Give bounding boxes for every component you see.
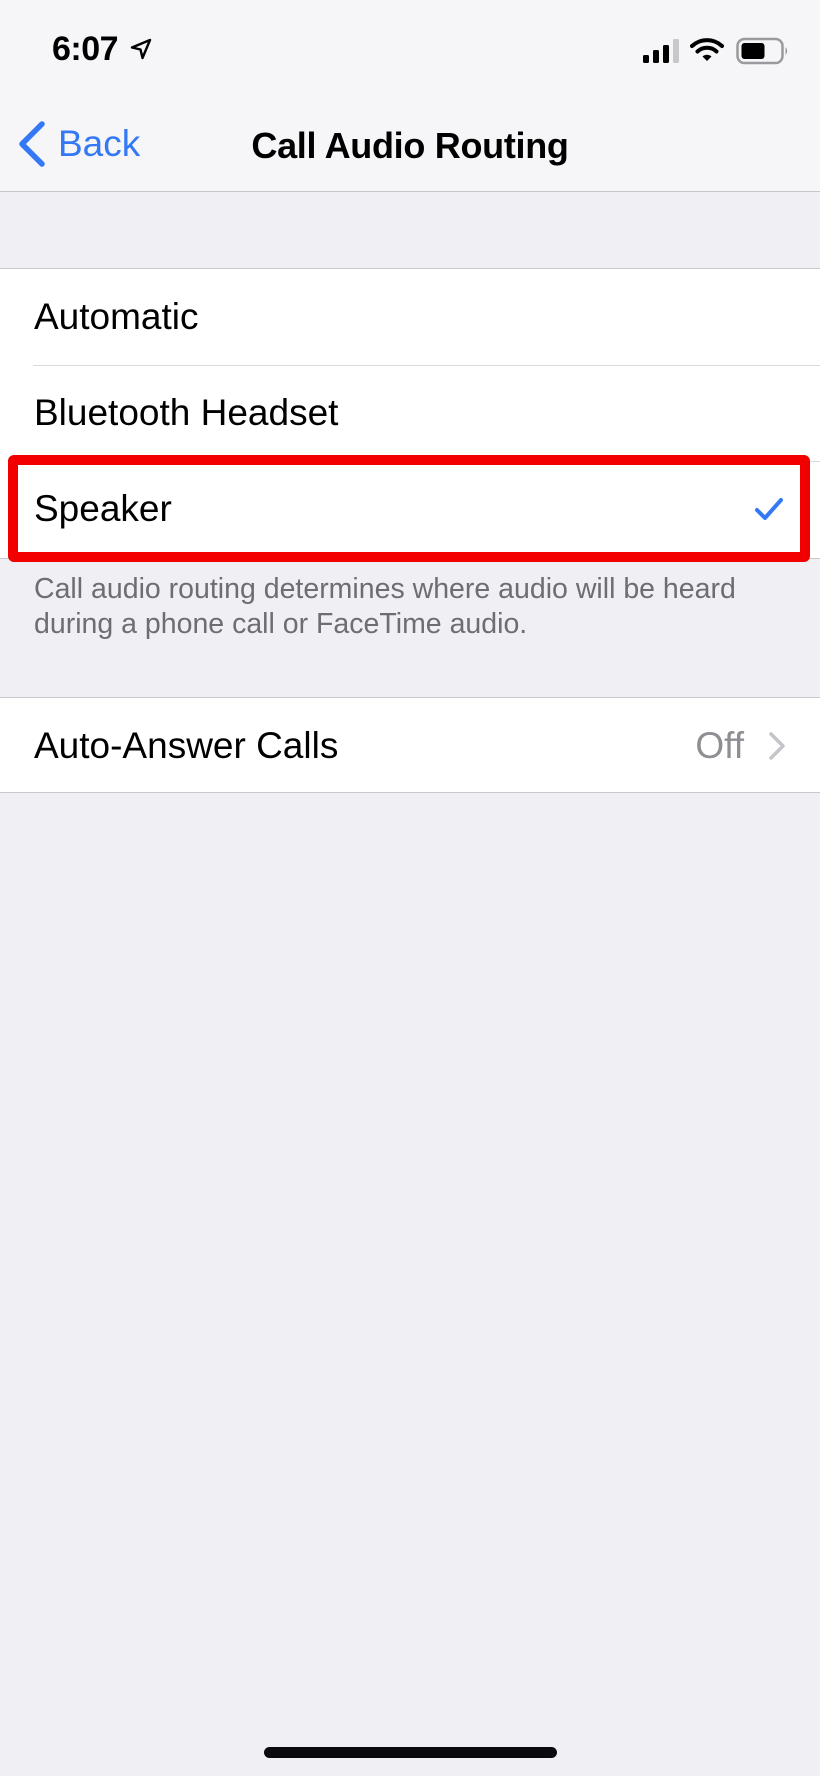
auto-answer-value: Off — [695, 725, 744, 766]
location-arrow-icon — [130, 38, 152, 60]
option-speaker[interactable]: Speaker — [0, 461, 820, 557]
battery-icon — [736, 37, 788, 65]
option-automatic[interactable]: Automatic — [0, 269, 820, 365]
wifi-icon — [690, 38, 724, 61]
routing-footer-note: Call audio routing determines where audi… — [34, 573, 736, 640]
chevron-right-icon — [769, 732, 785, 760]
auto-answer-label: Auto-Answer Calls — [34, 725, 339, 766]
navigation-bar: Back Call Audio Routing — [0, 95, 820, 192]
auto-answer-group: Auto-Answer Calls Off — [0, 697, 820, 793]
option-label: Automatic — [34, 296, 199, 337]
checkmark-icon — [755, 498, 783, 520]
status-bar: 6:07 — [0, 0, 820, 95]
cellular-signal-icon — [643, 39, 679, 63]
auto-answer-calls-row[interactable]: Auto-Answer Calls Off — [0, 698, 820, 794]
home-indicator[interactable] — [264, 1747, 557, 1758]
option-label: Bluetooth Headset — [34, 392, 339, 433]
option-bluetooth-headset[interactable]: Bluetooth Headset — [0, 365, 820, 461]
page-title: Call Audio Routing — [251, 125, 569, 166]
routing-options-list: Automatic Bluetooth Headset Speaker — [0, 268, 820, 559]
status-time: 6:07 — [52, 30, 119, 68]
option-label: Speaker — [34, 488, 172, 529]
